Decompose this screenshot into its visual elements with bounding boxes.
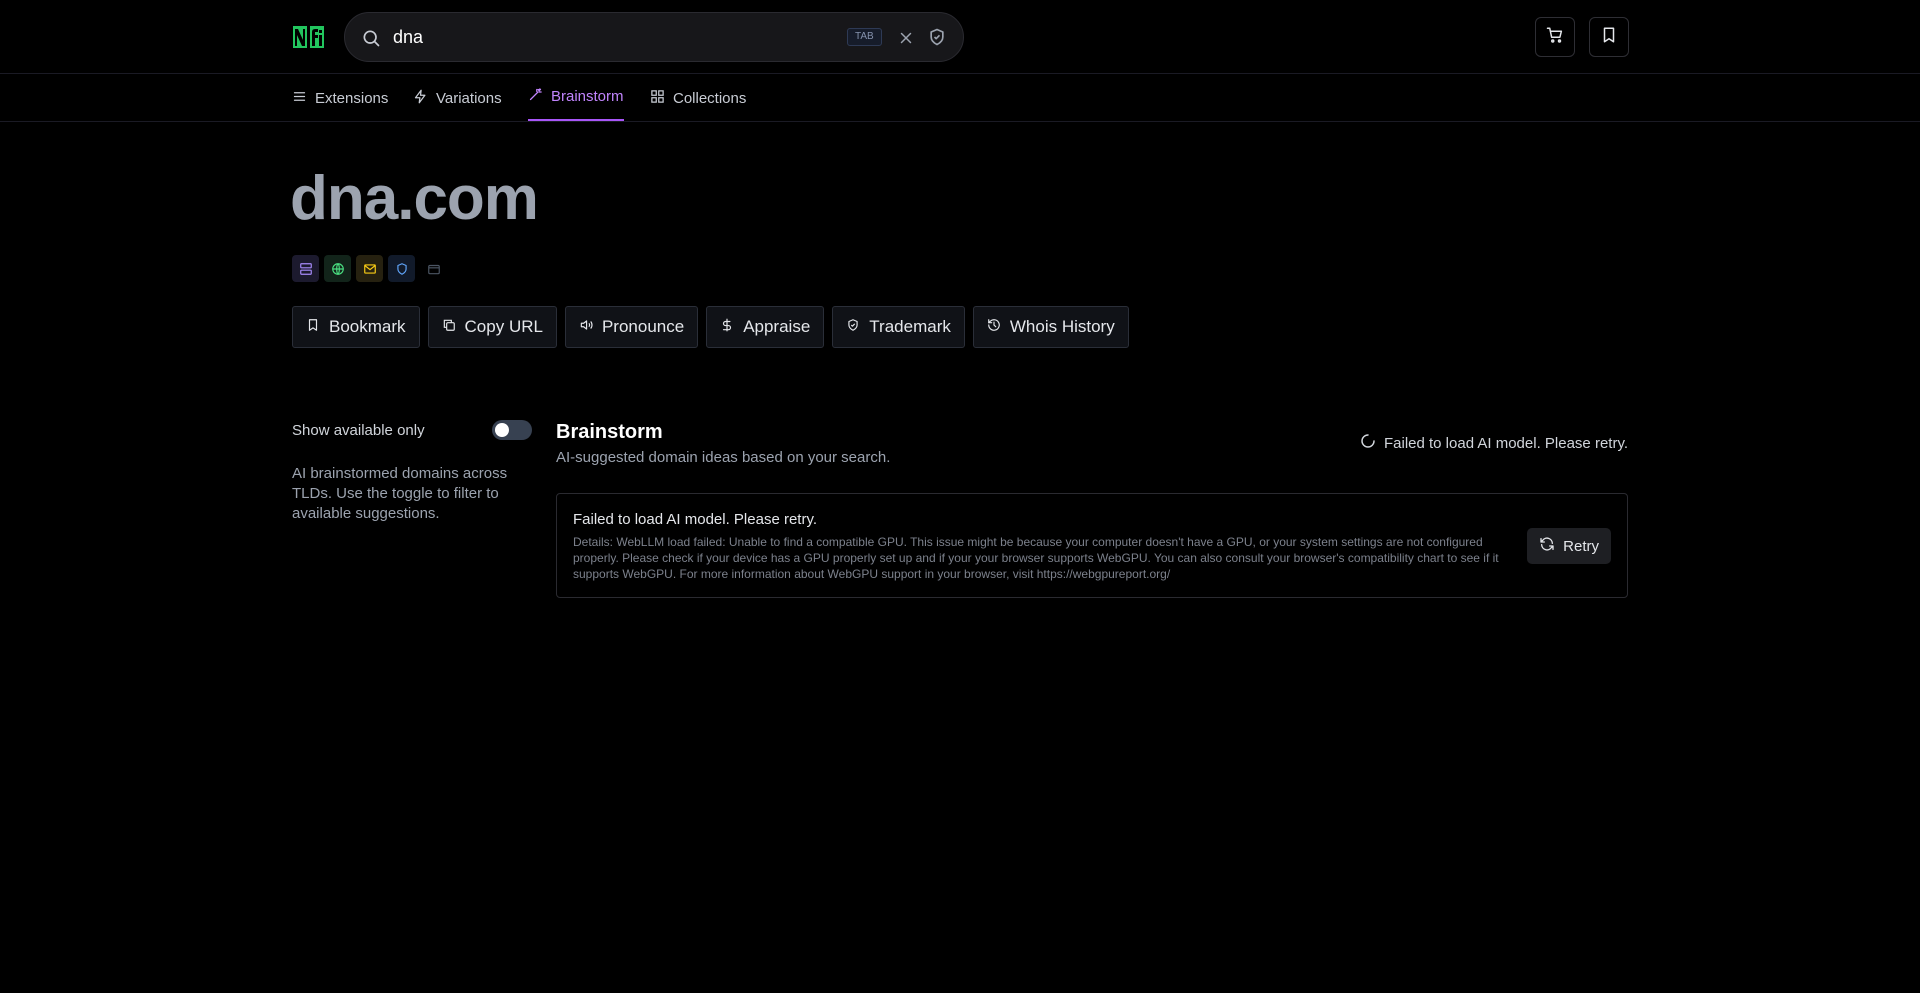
bookmarks-button[interactable] <box>1589 17 1629 57</box>
filter-sidebar: Show available only AI brainstormed doma… <box>292 418 532 524</box>
available-only-toggle[interactable] <box>492 420 532 440</box>
button-label: Trademark <box>869 317 951 336</box>
toggle-row: Show available only <box>292 418 532 442</box>
error-details: Details: WebLLM load failed: Unable to f… <box>573 535 1499 581</box>
tab-label: Extensions <box>315 89 389 107</box>
mail-icon <box>356 255 383 282</box>
loading-spinner-icon <box>1360 433 1376 453</box>
error-panel: Failed to load AI model. Please retry. D… <box>556 493 1628 598</box>
bookmark-icon <box>306 317 320 337</box>
tab-brainstorm[interactable]: Brainstorm <box>528 74 624 121</box>
dollar-icon <box>720 317 734 337</box>
search-input[interactable] <box>393 25 823 49</box>
copy-icon <box>442 317 456 337</box>
shield-icon[interactable] <box>927 27 947 47</box>
trademark-button[interactable]: Trademark <box>832 306 965 348</box>
button-label: Copy URL <box>464 317 543 336</box>
globe-icon <box>324 255 351 282</box>
search-icon <box>361 28 381 48</box>
top-bar: TAB <box>0 0 1920 74</box>
copy-url-button[interactable]: Copy URL <box>427 306 557 348</box>
logo[interactable] <box>292 24 325 50</box>
status-message: Failed to load AI model. Please retry. <box>1360 433 1628 453</box>
tab-hint-badge: TAB <box>847 28 882 46</box>
tab-label: Brainstorm <box>551 88 624 105</box>
button-label: Retry <box>1563 537 1599 555</box>
search-bar: TAB <box>344 12 964 62</box>
status-chips <box>292 255 447 282</box>
bolt-icon <box>413 89 428 108</box>
appraise-button[interactable]: Appraise <box>706 306 825 348</box>
pronounce-button[interactable]: Pronounce <box>564 306 699 348</box>
bookmark-icon <box>1600 26 1618 49</box>
refresh-icon <box>1539 536 1555 556</box>
button-label: Pronounce <box>601 317 685 336</box>
button-label: Appraise <box>743 317 811 336</box>
toggle-knob <box>495 423 509 437</box>
tab-label: Collections <box>673 89 747 107</box>
bookmark-button[interactable]: Bookmark <box>292 306 420 348</box>
tab-collections[interactable]: Collections <box>650 74 746 122</box>
sidebar-description: AI brainstormed domains across TLDs. Use… <box>292 465 508 522</box>
server-icon <box>292 255 319 282</box>
tab-label: Variations <box>436 89 502 107</box>
shield-check-icon <box>846 317 860 337</box>
wallet-icon <box>420 255 447 282</box>
toggle-label: Show available only <box>292 421 425 439</box>
history-icon <box>987 317 1001 337</box>
action-bar: Bookmark Copy URL Pronounce Appraise Tra… <box>292 306 1129 348</box>
button-label: Bookmark <box>329 317 406 336</box>
status-text: Failed to load AI model. Please retry. <box>1383 434 1628 452</box>
cart-icon <box>1546 26 1564 49</box>
cart-button[interactable] <box>1535 17 1575 57</box>
tab-variations[interactable]: Variations <box>413 74 502 122</box>
section-title: Brainstorm <box>556 421 663 443</box>
error-title: Failed to load AI model. Please retry. <box>573 511 818 528</box>
grid-icon <box>650 89 665 108</box>
close-icon[interactable] <box>897 29 915 47</box>
section-subtitle: AI-suggested domain ideas based on your … <box>556 449 891 466</box>
wand-icon <box>528 87 543 106</box>
shield-icon <box>388 255 415 282</box>
whois-history-button[interactable]: Whois History <box>972 306 1129 348</box>
tab-extensions[interactable]: Extensions <box>292 74 388 122</box>
retry-button[interactable]: Retry <box>1527 528 1611 564</box>
speaker-icon <box>579 317 593 337</box>
menu-icon <box>292 89 307 108</box>
page-title: dna.com <box>290 164 539 233</box>
button-label: Whois History <box>1009 317 1115 336</box>
nav-tabs: Extensions Variations Brainstorm Collect… <box>0 74 1920 122</box>
